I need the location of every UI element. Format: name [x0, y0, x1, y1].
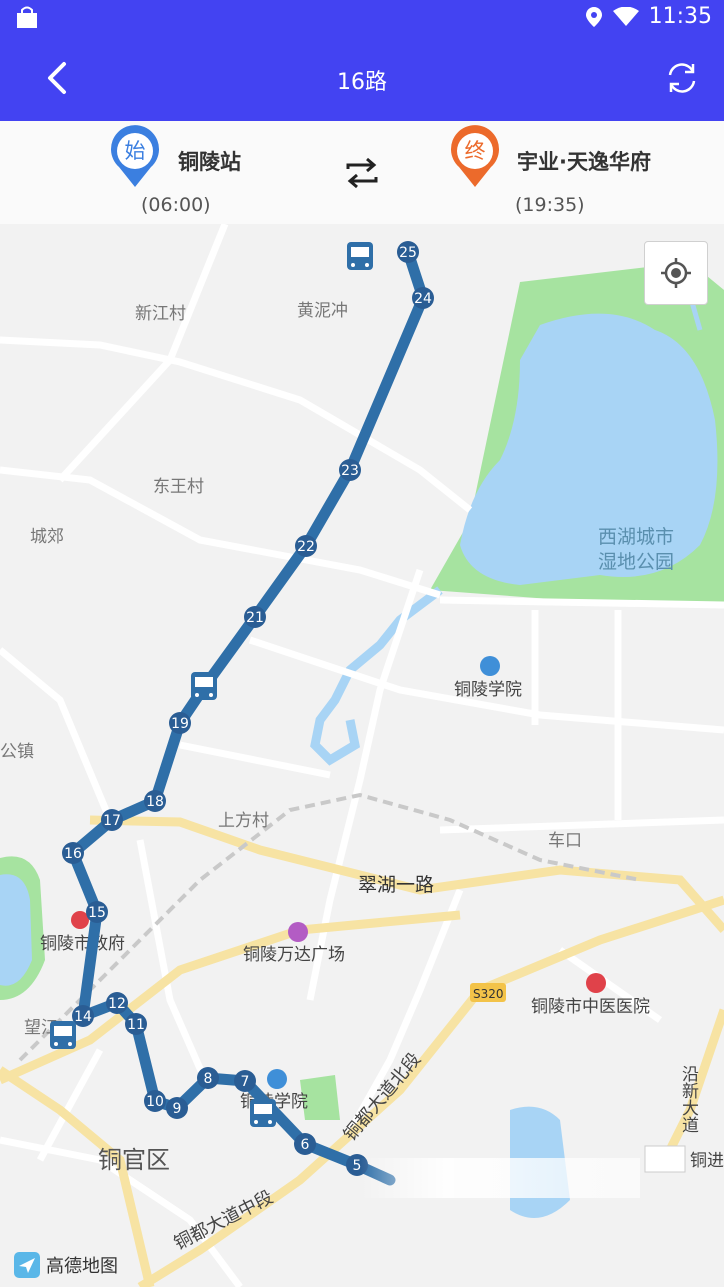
- svg-text:15: 15: [88, 905, 106, 921]
- map-label-xueyuan: 铜陵学院: [454, 680, 522, 700]
- stop-marker[interactable]: 24: [412, 287, 434, 309]
- swap-direction-icon[interactable]: [342, 153, 382, 193]
- svg-text:18: 18: [146, 794, 164, 810]
- map-label-dongwang: 东王村: [153, 477, 204, 497]
- stop-marker[interactable]: 16: [62, 842, 84, 864]
- road-label-yanxin: 沿新大道: [678, 1065, 699, 1133]
- map-label-chekou: 车口: [548, 831, 582, 851]
- bus-icon[interactable]: [250, 1099, 276, 1127]
- svg-text:8: 8: [204, 1071, 213, 1087]
- amap-brand: 高德地图: [46, 1256, 118, 1277]
- road-label-cuihu: 翠湖一路: [358, 874, 434, 896]
- hospital-icon: [586, 973, 606, 993]
- svg-text:23: 23: [341, 463, 359, 479]
- stop-marker[interactable]: 22: [295, 535, 317, 557]
- stop-marker[interactable]: 10: [144, 1090, 166, 1112]
- stop-marker[interactable]: 25: [397, 241, 419, 263]
- status-time: 11:35: [648, 4, 712, 29]
- map-label-xihu: 西湖城市: [598, 526, 674, 548]
- map-label-tongguan: 铜官区: [98, 1146, 170, 1174]
- map-side-box: [644, 1145, 686, 1173]
- amap-logo-icon: [14, 1252, 40, 1278]
- svg-text:11: 11: [127, 1017, 145, 1033]
- status-bar: 11:35: [0, 0, 724, 36]
- stop-marker[interactable]: 21: [244, 606, 266, 628]
- shopping-bag-icon: [17, 6, 37, 28]
- station-panel: 始 铜陵站 (06:00) 终 宇业·天逸华府 (19:35): [0, 121, 724, 224]
- school-icon-2: [267, 1069, 287, 1089]
- svg-text:6: 6: [301, 1137, 310, 1153]
- stop-marker[interactable]: 9: [166, 1097, 188, 1119]
- stop-marker[interactable]: 18: [144, 790, 166, 812]
- bus-icon[interactable]: [191, 672, 217, 700]
- stop-marker[interactable]: 11: [125, 1013, 147, 1035]
- svg-text:21: 21: [246, 610, 264, 626]
- map-label-xihu2: 湿地公园: [598, 551, 674, 573]
- refresh-icon[interactable]: [662, 58, 702, 98]
- svg-text:25: 25: [399, 245, 417, 261]
- map-label-huangnichong: 黄泥冲: [297, 301, 348, 321]
- map-attribution: 高德地图: [14, 1252, 118, 1278]
- end-station-name: 宇业·天逸华府: [517, 150, 651, 174]
- svg-text:12: 12: [108, 996, 126, 1012]
- svg-text:9: 9: [173, 1101, 182, 1117]
- bus-icon[interactable]: [347, 242, 373, 270]
- road-label-tongjin: 铜进: [690, 1151, 724, 1171]
- stop-marker[interactable]: 12: [106, 992, 128, 1014]
- location-icon: [585, 6, 602, 27]
- page-title: 16路: [337, 70, 387, 95]
- map-label-chengjiao: 城郊: [30, 527, 64, 547]
- map-label-shangfang: 上方村: [218, 811, 269, 831]
- status-right: 11:35: [585, 4, 712, 29]
- stop-marker[interactable]: 17: [101, 809, 123, 831]
- stop-marker[interactable]: 7: [234, 1070, 256, 1092]
- route-map[interactable]: 新江村 黄泥冲 东王村 城郊 公镇 上方村 车口 望江 西湖城市 湿地公园 铜陵…: [0, 224, 724, 1287]
- stop-marker[interactable]: 6: [294, 1133, 316, 1155]
- locate-button[interactable]: [644, 241, 708, 305]
- svg-text:7: 7: [241, 1074, 250, 1090]
- svg-text:14: 14: [74, 1009, 92, 1025]
- map-label-zhongyi: 铜陵市中医医院: [531, 997, 650, 1017]
- map-label-zhengfu: 铜陵市政府: [40, 934, 125, 954]
- crosshair-icon: [661, 258, 691, 288]
- svg-text:17: 17: [103, 813, 121, 829]
- svg-text:16: 16: [64, 846, 82, 862]
- start-badge: 始: [124, 139, 146, 163]
- end-badge: 终: [464, 139, 486, 163]
- map-label-wanda: 铜陵万达广场: [243, 945, 345, 965]
- app-bar: 16路: [0, 36, 724, 121]
- svg-text:10: 10: [146, 1094, 164, 1110]
- svg-text:24: 24: [414, 291, 432, 307]
- wifi-icon: [612, 6, 639, 26]
- svg-text:22: 22: [297, 539, 315, 555]
- stop-marker[interactable]: 15: [86, 901, 108, 923]
- svg-text:19: 19: [171, 716, 189, 732]
- stop-marker[interactable]: 19: [169, 712, 191, 734]
- start-station-time: (06:00): [141, 194, 211, 216]
- road-label-s320: S320: [473, 987, 504, 1001]
- map-label-xinjiang: 新江村: [135, 304, 186, 324]
- stop-marker[interactable]: 8: [197, 1067, 219, 1089]
- start-station-name: 铜陵站: [178, 150, 241, 174]
- end-station-time: (19:35): [515, 194, 585, 216]
- school-icon: [480, 656, 500, 676]
- stop-marker[interactable]: 23: [339, 459, 361, 481]
- bus-icon[interactable]: [50, 1021, 76, 1049]
- map-label-gongzhen: 公镇: [0, 742, 34, 762]
- shopping-icon: [288, 922, 308, 942]
